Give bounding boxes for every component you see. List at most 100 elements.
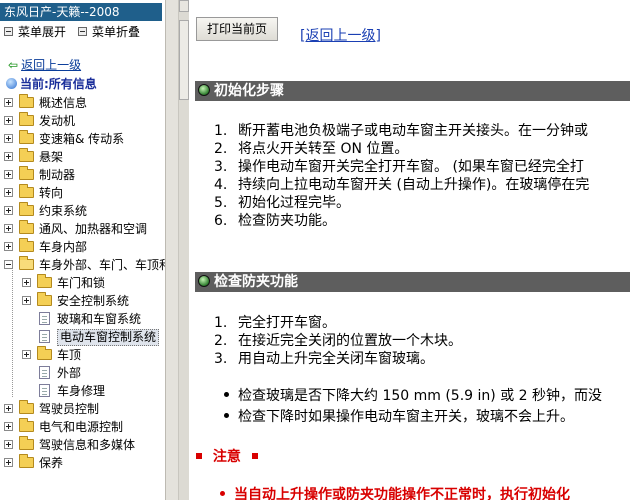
expand-plus-icon[interactable]	[4, 188, 13, 197]
list-number: 6.	[214, 213, 228, 229]
print-page-button[interactable]: 打印当前页	[196, 17, 278, 41]
section-header-init: 初始化步骤	[195, 81, 630, 101]
expand-plus-icon[interactable]	[4, 458, 13, 467]
tree-item[interactable]: 制动器	[0, 166, 165, 184]
folder-icon	[19, 436, 34, 450]
check-steps-list: 1. 完全打开车窗。 2. 在接近完全关闭的位置放一个木块。 3. 用自动上升完全关闭车窗…	[214, 314, 462, 368]
expand-plus-icon[interactable]	[4, 224, 13, 233]
tree-item-label: 概述信息	[39, 96, 88, 110]
return-up-link[interactable]: [返回上一级]	[300, 25, 381, 45]
folder-icon	[19, 184, 34, 198]
tree-item[interactable]: 车门和锁	[0, 274, 165, 292]
tree-item-label: 玻璃和车窗系统	[57, 312, 142, 326]
tree-item[interactable]: 安全控制系统	[0, 292, 165, 310]
expand-plus-icon[interactable]	[4, 98, 13, 107]
list-item: 1. 完全打开车窗。	[214, 314, 462, 332]
tree-item[interactable]: 保养	[0, 454, 165, 472]
list-item-text: 完全打开车窗。	[238, 315, 336, 331]
tree-item[interactable]: 发动机	[0, 112, 165, 130]
tree-item[interactable]: 驾驶员控制	[0, 400, 165, 418]
folder-icon	[37, 274, 52, 288]
list-item-text: 用自动上升完全关闭车窗玻璃。	[238, 351, 434, 367]
tree-item[interactable]: 车身外部、车门、车顶和	[0, 256, 165, 274]
return-up-label: [返回上一级]	[300, 28, 381, 44]
list-number: 2.	[214, 141, 228, 157]
expand-all-label: 菜单展开	[18, 25, 67, 39]
expand-plus-icon[interactable]	[4, 152, 13, 161]
tree-item[interactable]: 变速箱& 传动系	[0, 130, 165, 148]
caution-text: 当自动上升操作或防夹功能操作不正常时，执行初始化	[234, 487, 570, 500]
list-item: 2. 在接近完全关闭的位置放一个木块。	[214, 332, 462, 350]
scroll-up-button[interactable]	[179, 0, 189, 12]
tree-item-label: 安全控制系统	[57, 294, 130, 308]
expand-plus-icon[interactable]	[4, 206, 13, 215]
list-item: 2. 将点火开关转至 ON 位置。	[214, 140, 589, 158]
expand-plus-icon[interactable]	[22, 278, 31, 287]
collapse-icon	[78, 27, 87, 36]
collapse-all-label: 菜单折叠	[92, 25, 141, 39]
expand-plus-icon[interactable]	[4, 440, 13, 449]
tree-item[interactable]: 外部	[0, 364, 165, 382]
tree-item[interactable]: 车身内部	[0, 238, 165, 256]
tree-item-label: 转向	[39, 186, 64, 200]
document-icon	[39, 312, 50, 325]
list-number: 3.	[214, 159, 228, 175]
expand-plus-icon[interactable]	[4, 116, 13, 125]
back-link[interactable]: ⇦ 返回上一级	[8, 58, 81, 73]
tree-item[interactable]: 车顶	[0, 346, 165, 364]
caution-square-icon	[251, 453, 258, 459]
tree-item[interactable]: 概述信息	[0, 94, 165, 112]
list-item-text: 断开蓄电池负极端子或电动车窗主开关接头。在一分钟或	[238, 123, 588, 139]
tree-item-label: 车身修理	[57, 384, 106, 398]
caution-item: 当自动上升操作或防夹功能操作不正常时，执行初始化	[220, 484, 570, 500]
tree-item[interactable]: 电动车窗控制系统	[0, 328, 165, 346]
back-link-label: 返回上一级	[21, 58, 82, 72]
tree-item[interactable]: 约束系统	[0, 202, 165, 220]
folder-icon	[19, 418, 34, 432]
list-item: 检查玻璃是否下降大约 150 mm (5.9 in) 或 2 秒钟，而没	[224, 386, 602, 407]
tree-scrollbar[interactable]	[178, 0, 189, 500]
list-number: 2.	[214, 333, 228, 349]
list-item-text: 检查玻璃是否下降大约 150 mm (5.9 in) 或 2 秒钟，而没	[238, 388, 603, 404]
tree-item[interactable]: 车身修理	[0, 382, 165, 400]
tree-item[interactable]: 电气和电源控制	[0, 418, 165, 436]
tree-item[interactable]: 通风、加热器和空调	[0, 220, 165, 238]
tree-item[interactable]: 转向	[0, 184, 165, 202]
expand-plus-icon[interactable]	[4, 404, 13, 413]
caution-heading: 注意	[196, 446, 258, 466]
list-number: 4.	[214, 177, 228, 193]
scroll-thumb[interactable]	[179, 20, 189, 100]
caution-square-icon	[196, 453, 202, 459]
tree-item-label: 变速箱& 传动系	[39, 132, 125, 146]
list-item: 3. 操作电动车窗开关完全打开车窗。 (如果车窗已经完全打	[214, 158, 589, 176]
expand-plus-icon[interactable]	[22, 350, 31, 359]
expand-plus-icon[interactable]	[4, 242, 13, 251]
tree-item-label: 车门和锁	[57, 276, 106, 290]
collapse-all-button[interactable]: 菜单折叠	[78, 25, 140, 39]
list-item: 6. 检查防夹功能。	[214, 212, 589, 230]
current-location: 当前:所有信息	[6, 77, 97, 92]
expand-plus-icon[interactable]	[4, 134, 13, 143]
document-icon	[39, 366, 50, 379]
content-pane: 打印当前页 [返回上一级] 初始化步骤 1. 断开蓄电池负极端子或电动车窗主开关接…	[190, 0, 630, 500]
list-item: 3. 用自动上升完全关闭车窗玻璃。	[214, 350, 462, 368]
expand-plus-icon[interactable]	[4, 422, 13, 431]
tree-item[interactable]: 驾驶信息和多媒体	[0, 436, 165, 454]
expand-all-button[interactable]: 菜单展开	[4, 25, 66, 39]
init-steps-list: 1. 断开蓄电池负极端子或电动车窗主开关接头。在一分钟或 2. 将点火开关转至 ON …	[214, 122, 589, 230]
collapse-minus-icon[interactable]	[4, 260, 13, 269]
tree-item-label: 车顶	[57, 348, 82, 362]
tree-item-label: 制动器	[39, 168, 76, 182]
list-item-text: 将点火开关转至 ON 位置。	[238, 141, 409, 157]
tree-item[interactable]: 悬架	[0, 148, 165, 166]
list-item-text: 检查下降时如果操作电动车窗主开关，玻璃不会上升。	[238, 409, 574, 425]
expand-plus-icon[interactable]	[22, 296, 31, 305]
tree-item[interactable]: 玻璃和车窗系统	[0, 310, 165, 328]
list-number: 1.	[214, 315, 228, 331]
caution-title: 注意	[212, 449, 241, 465]
folder-icon	[37, 346, 52, 360]
check-bullets-list: 检查玻璃是否下降大约 150 mm (5.9 in) 或 2 秒钟，而没 检查下降…	[224, 386, 602, 428]
expand-plus-icon[interactable]	[4, 170, 13, 179]
tree-item-label: 车身内部	[39, 240, 88, 254]
expand-icon	[4, 27, 13, 36]
